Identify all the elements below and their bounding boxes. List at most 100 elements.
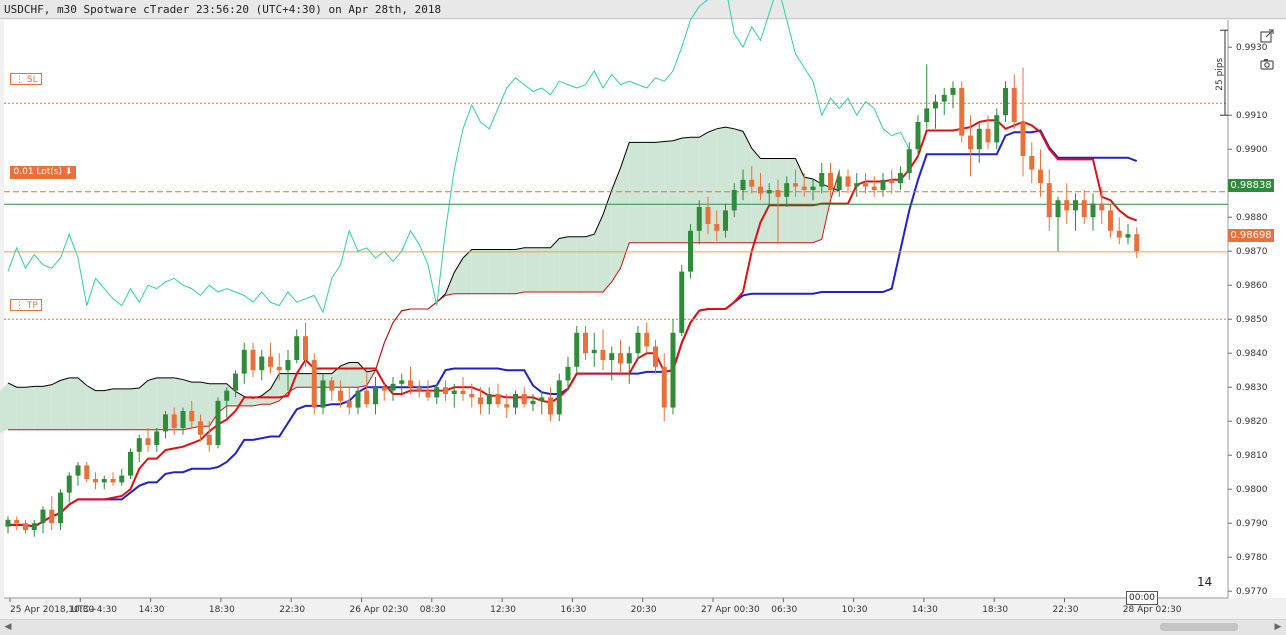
candle-body [23, 523, 28, 530]
candle-body [1020, 122, 1026, 156]
cloud-segment [471, 249, 481, 294]
x-tick-label: 08:30 [420, 605, 446, 615]
cloud-segment [629, 142, 638, 243]
candle-body [189, 411, 195, 422]
camera-icon[interactable] [1258, 58, 1276, 76]
candle-body [749, 179, 755, 187]
candle-body [154, 431, 160, 445]
candle-body [1134, 234, 1140, 252]
x-tick-label: 06:30 [771, 605, 797, 615]
scroll-left-icon[interactable]: ◀ [2, 621, 14, 633]
candle-body [1055, 200, 1061, 218]
candle-body [976, 128, 982, 150]
candle-body [75, 465, 81, 476]
candle-body [495, 394, 501, 405]
cloud-segment [506, 249, 516, 294]
candle-body [241, 349, 247, 374]
x-tick-label: 18:30 [209, 605, 235, 615]
candle-body [303, 336, 308, 360]
cloud-segment [43, 384, 52, 430]
lot-label-text: 0.01 Lot(s) ⬇ [13, 167, 73, 177]
candle-body [626, 353, 632, 364]
price-axis-area [1228, 20, 1286, 598]
x-tick-label: 27 Apr 00:30 [701, 605, 760, 615]
price-chart[interactable]: 0.99300.99100.99000.98900.98800.98700.98… [0, 0, 1286, 634]
candle-body [906, 149, 912, 173]
cloud-segment [113, 388, 122, 430]
candle-body [635, 332, 641, 354]
candle-body [898, 173, 903, 184]
cloud-segment [576, 236, 586, 292]
scroll-right-icon[interactable]: ▶ [1272, 621, 1284, 633]
cloud-segment [568, 236, 577, 292]
candle-body [994, 115, 1000, 143]
sl-label[interactable]: ⋮ SL [10, 73, 42, 85]
candle-body [513, 394, 518, 408]
scroll-thumb[interactable] [1160, 623, 1238, 631]
candle-body [49, 509, 55, 524]
candle-body [504, 404, 510, 408]
y-tick-label: 0.9790 [1236, 519, 1268, 529]
pips-ruler-label: 25 pips [1215, 57, 1225, 90]
cloud-segment [296, 373, 306, 388]
current-price-green-text: 0.98838 [1230, 180, 1272, 191]
candle-body [618, 353, 623, 364]
candle-body [810, 186, 816, 190]
candle-body [416, 387, 422, 391]
candle-body [136, 438, 142, 452]
cloud-segment [51, 380, 61, 430]
candle-body [1064, 200, 1070, 211]
candle-body [723, 210, 728, 231]
candle-body [163, 414, 168, 432]
cloud-segment [559, 236, 568, 292]
y-tick-label: 0.9770 [1236, 587, 1268, 597]
candle-body [766, 190, 772, 194]
candle-body [486, 394, 492, 405]
candle-body [819, 173, 825, 187]
candle-body [171, 414, 177, 428]
candle-body [5, 519, 11, 527]
tp-label[interactable]: ⋮ TP [10, 299, 42, 311]
candle-body [845, 176, 851, 187]
candle-body [854, 183, 860, 187]
cloud-segment [139, 380, 148, 430]
candle-body [1108, 210, 1113, 231]
candle-body [434, 387, 440, 398]
lot-label[interactable]: 0.01 Lot(s) ⬇ [10, 166, 76, 179]
candle-body [233, 373, 238, 391]
candle-body [469, 394, 475, 398]
candle-body [731, 190, 737, 211]
cloud-segment [778, 158, 787, 243]
y-tick-label: 0.9830 [1236, 383, 1268, 393]
candle-body [31, 523, 37, 530]
y-tick-label: 0.9810 [1236, 451, 1268, 461]
candle-body [688, 230, 693, 272]
candle-body [381, 387, 387, 391]
y-tick-label: 0.9870 [1236, 247, 1268, 257]
detach-icon[interactable] [1258, 29, 1276, 47]
cloud-segment [16, 387, 26, 430]
x-tick-label: 16:30 [560, 605, 586, 615]
horizontal-scrollbar[interactable]: ◀ ▶ [0, 619, 1286, 635]
candle-body [784, 183, 790, 197]
candle-body [119, 475, 125, 483]
candle-body [530, 400, 536, 405]
candle-body [425, 390, 431, 398]
cloud-segment [78, 377, 87, 430]
candle-body [1125, 234, 1131, 238]
y-tick-label: 0.9780 [1236, 553, 1268, 563]
y-tick-label: 0.9860 [1236, 281, 1268, 291]
x-tick-label: 25 Apr 2018, UTC+4:30 [10, 605, 117, 615]
cloud-segment [130, 388, 140, 430]
candle-body [705, 207, 711, 224]
candle-body [565, 366, 571, 381]
candle-body [180, 411, 186, 428]
candle-body [924, 108, 930, 122]
cloud-segment [786, 158, 796, 243]
x-tick-label: 20:30 [631, 605, 657, 615]
cloud-segment [673, 138, 682, 243]
candle-body [408, 380, 413, 388]
x-tick-label: 18:30 [982, 605, 1008, 615]
current-price-label-orange: 0.98698 [1228, 229, 1274, 242]
candle-body [600, 349, 606, 360]
